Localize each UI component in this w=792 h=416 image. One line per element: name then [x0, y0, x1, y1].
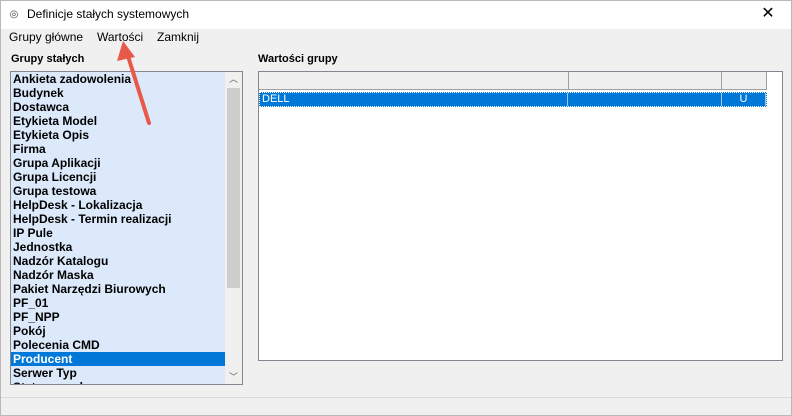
list-item[interactable]: Grupa Aplikacji	[11, 156, 226, 170]
grid-cell-flag: U	[722, 93, 766, 106]
list-item[interactable]: Grupa Licencji	[11, 170, 226, 184]
values-grid[interactable]: DELL U	[258, 71, 783, 361]
list-item[interactable]: Jednostka	[11, 240, 226, 254]
dialog-window: ◎ Definicje stałych systemowych ✕ Grupy …	[0, 0, 792, 416]
list-item[interactable]: HelpDesk - Termin realizacji	[11, 212, 226, 226]
annotation-arrow-icon	[117, 41, 151, 125]
app-icon: ◎	[9, 9, 19, 20]
values-label: Wartości grupy	[258, 53, 338, 65]
scroll-up-icon[interactable]: ︿	[225, 72, 242, 86]
window-title: Definicje stałych systemowych	[27, 7, 190, 21]
list-item[interactable]: HelpDesk - Lokalizacja	[11, 198, 226, 212]
grid-cell-name: DELL	[260, 93, 568, 106]
list-item[interactable]: PF_NPP	[11, 310, 226, 324]
list-item[interactable]: Status zasobu	[11, 380, 226, 384]
title-bar: ◎ Definicje stałych systemowych ✕	[1, 1, 791, 29]
list-item[interactable]: Firma	[11, 142, 226, 156]
grid-header-col2[interactable]	[569, 72, 722, 90]
list-item[interactable]: Polecenia CMD	[11, 338, 226, 352]
grid-row[interactable]: DELL U	[259, 92, 767, 107]
menu-zamknij[interactable]: Zamknij	[157, 30, 199, 44]
list-item[interactable]: Pakiet Narzędzi Biurowych	[11, 282, 226, 296]
grid-header-col3[interactable]	[722, 72, 767, 90]
menu-grupy-glowne[interactable]: Grupy główne	[9, 30, 83, 44]
list-item[interactable]: Producent	[11, 352, 226, 366]
grid-header-col1[interactable]	[259, 72, 569, 90]
groups-label: Grupy stałych	[11, 53, 85, 65]
list-item[interactable]: Serwer Typ	[11, 366, 226, 380]
vertical-scrollbar[interactable]: ︿ ﹀	[225, 72, 242, 384]
list-item[interactable]: Nadzór Maska	[11, 268, 226, 282]
scroll-down-icon[interactable]: ﹀	[225, 370, 242, 384]
list-item[interactable]: Pokój	[11, 324, 226, 338]
list-item[interactable]: PF_01	[11, 296, 226, 310]
list-item[interactable]: IP Pule	[11, 226, 226, 240]
close-button[interactable]: ✕	[745, 1, 791, 29]
status-bar	[1, 397, 791, 415]
scroll-thumb[interactable]	[227, 88, 240, 288]
list-item[interactable]: Nadzór Katalogu	[11, 254, 226, 268]
grid-cell-value	[568, 93, 722, 106]
list-item[interactable]: Grupa testowa	[11, 184, 226, 198]
grid-header	[259, 72, 767, 90]
